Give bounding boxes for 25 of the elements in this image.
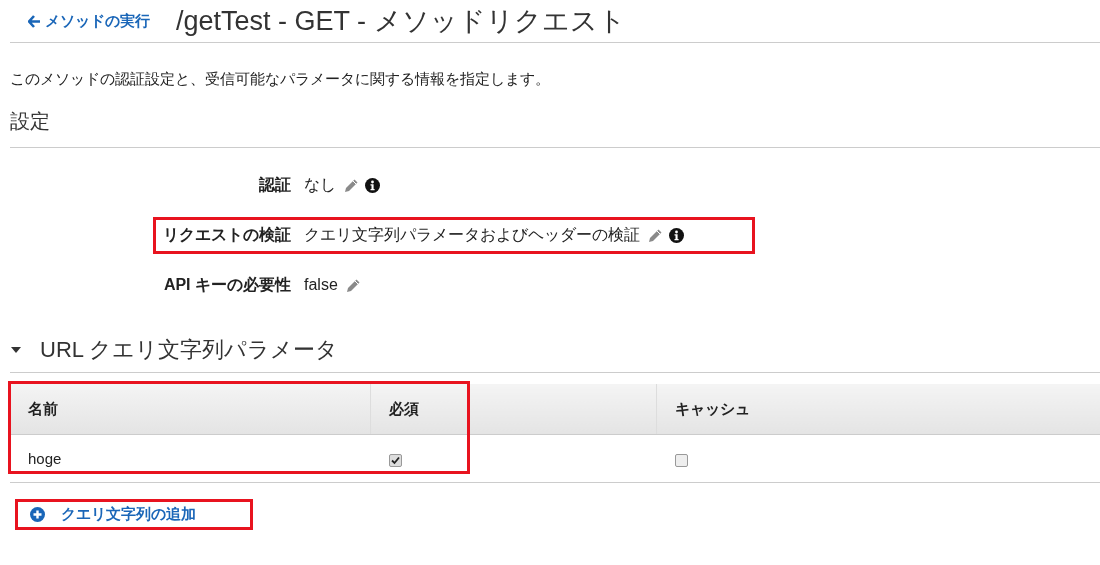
setting-label: 認証 bbox=[258, 174, 291, 195]
section-title: URL クエリ文字列パラメータ bbox=[40, 336, 339, 364]
setting-value: なし bbox=[304, 174, 336, 195]
section-title: 設定 bbox=[10, 107, 1100, 148]
table-cell: hoge bbox=[10, 434, 371, 483]
arrow-left-icon bbox=[28, 14, 41, 28]
info-icon[interactable] bbox=[669, 227, 684, 243]
setting-label: API キーの必要性 bbox=[162, 274, 291, 295]
pencil-icon[interactable] bbox=[344, 177, 359, 193]
setting-label: リクエストの検証 bbox=[162, 224, 291, 245]
pencil-icon[interactable] bbox=[648, 227, 663, 243]
setting-value: false bbox=[304, 276, 338, 294]
plus-circle-icon[interactable] bbox=[30, 506, 45, 522]
back-link[interactable]: メソッドの実行 bbox=[28, 11, 150, 31]
add-query-string-link[interactable]: クエリ文字列の追加 bbox=[61, 504, 196, 524]
setting-value: クエリ文字列パラメータおよびヘッダーの検証 bbox=[304, 224, 640, 245]
checkbox[interactable] bbox=[674, 453, 688, 467]
column-header: 必須 bbox=[370, 384, 657, 435]
pencil-icon[interactable] bbox=[345, 277, 361, 293]
page-title: /getTest - GET - メソッドリクエスト bbox=[176, 5, 626, 38]
description-text: このメソッドの認証設定と、受信可能なパラメータに関する情報を指定します。 bbox=[10, 69, 551, 89]
column-header: キャッシュ bbox=[656, 384, 1100, 435]
info-icon[interactable] bbox=[365, 177, 380, 193]
column-header: 名前 bbox=[10, 384, 371, 435]
checkbox[interactable] bbox=[388, 453, 402, 467]
